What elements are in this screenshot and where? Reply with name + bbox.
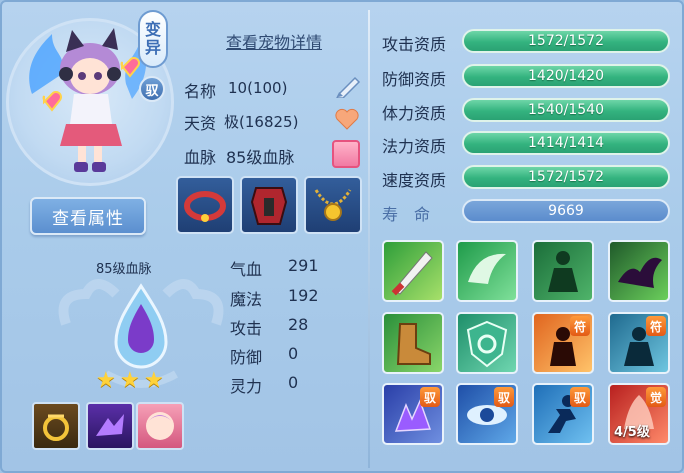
mutate-badge-line1: 变 <box>144 20 161 39</box>
aptitude-bar-attack: 1572/1572 <box>462 29 670 53</box>
stat-label-spirit: 灵力 <box>230 377 263 396</box>
stat-value-defense: 0 <box>288 344 299 363</box>
mutate-badge: 变 异 <box>138 10 168 68</box>
pet-detail-panel: 变 异 驭 查看属性 查看宠物详情 名称 10(100) 天资 极(16825)… <box>0 0 684 473</box>
talent-label: 天资 <box>184 114 217 133</box>
life-label: 寿 命 <box>382 205 431 224</box>
star-2-icon: ★ <box>120 368 140 393</box>
blood-value: 85级血脉 <box>226 148 295 167</box>
rename-pencil-icon[interactable] <box>335 74 363 98</box>
skill-eye-yu[interactable]: 驭 <box>456 383 518 445</box>
blood-level-title: 85级血脉 <box>96 262 152 277</box>
aptitude-label-speed: 速度资质 <box>382 171 447 190</box>
equip-slot-collar[interactable] <box>176 176 234 234</box>
aptitude-bar-magic: 1414/1414 <box>462 131 670 155</box>
boot-icon <box>396 323 431 365</box>
skill-spirit-fu[interactable]: 符 <box>608 312 670 374</box>
sword-icon <box>391 251 433 296</box>
skill-tag-fu: 符 <box>570 316 590 336</box>
wing-icon <box>468 253 506 284</box>
aptitude-bar-speed: 1572/1572 <box>462 165 670 189</box>
skill-awaken[interactable]: 觉 4/5级 <box>608 383 670 445</box>
name-value: 10(100) <box>228 79 288 97</box>
aptitude-label-defense: 防御资质 <box>382 70 447 89</box>
stat-label-defense: 防御 <box>230 348 263 367</box>
stat-label-hp: 气血 <box>230 260 263 279</box>
awaken-level: 4/5级 <box>614 425 650 440</box>
skill-tag-yu: 驭 <box>420 387 440 407</box>
skill-silhouette[interactable] <box>532 240 594 302</box>
necklace-icon <box>314 189 352 221</box>
aptitude-label-stamina: 体力资质 <box>382 104 447 123</box>
stat-value-hp: 291 <box>288 256 319 275</box>
aptitude-label-magic: 法力资质 <box>382 137 447 156</box>
gold-ring-icon <box>43 414 69 441</box>
aptitude-bar-stamina: 1540/1540 <box>462 98 670 122</box>
skill-boot[interactable] <box>382 312 444 374</box>
view-pet-details-link[interactable]: 查看宠物详情 <box>226 29 322 53</box>
blood-label: 血脉 <box>184 148 217 167</box>
skill-tag-yu-3: 驭 <box>570 387 590 407</box>
stat-value-mp: 192 <box>288 286 319 305</box>
life-bar: 9669 <box>462 199 670 223</box>
equip-slot-necklace[interactable] <box>304 176 362 234</box>
star-1-icon: ★ <box>96 368 116 393</box>
skill-sword[interactable] <box>382 240 444 302</box>
skill-dark-claw[interactable] <box>608 240 670 302</box>
talent-value: 极(16825) <box>224 113 299 131</box>
skill-tag-fu-2: 符 <box>646 316 666 336</box>
item-slot-beast[interactable] <box>86 402 134 450</box>
skill-runner-yu[interactable]: 驭 <box>532 383 594 445</box>
purple-beast-icon <box>96 414 124 436</box>
skill-shield[interactable] <box>456 312 518 374</box>
silhouette-icon <box>548 251 578 292</box>
skill-tag-jue: 觉 <box>646 387 666 407</box>
stat-label-attack: 攻击 <box>230 319 263 338</box>
view-attributes-button[interactable]: 查看属性 <box>30 197 146 235</box>
stat-label-mp: 魔法 <box>230 290 263 309</box>
equip-slot-armor[interactable] <box>240 176 298 234</box>
blood-portrait-icon[interactable] <box>332 140 360 168</box>
stat-value-attack: 28 <box>288 315 309 334</box>
stat-value-spirit: 0 <box>288 373 299 392</box>
skill-wing[interactable] <box>456 240 518 302</box>
item-slot-ring[interactable] <box>32 402 80 450</box>
panel-divider <box>368 10 370 468</box>
item-slot-portrait[interactable] <box>136 402 184 450</box>
mutate-badge-line2: 异 <box>144 38 161 57</box>
portrait-icon <box>146 412 174 440</box>
armor-icon <box>250 187 288 225</box>
tame-badge: 驭 <box>139 76 165 102</box>
skill-warrior-fu[interactable]: 符 <box>532 312 594 374</box>
aptitude-bar-defense: 1420/1420 <box>462 64 670 88</box>
name-label: 名称 <box>184 82 217 101</box>
skill-tag-yu-2: 驭 <box>494 387 514 407</box>
blood-emblem <box>58 279 224 388</box>
dark-claw-icon <box>618 257 662 288</box>
shield-icon <box>466 320 508 368</box>
skill-claw-yu[interactable]: 驭 <box>382 383 444 445</box>
star-3-icon: ★ <box>144 368 164 393</box>
aptitude-label-attack: 攻击资质 <box>382 35 447 54</box>
heart-icon[interactable] <box>335 108 359 130</box>
collar-icon <box>184 191 226 222</box>
